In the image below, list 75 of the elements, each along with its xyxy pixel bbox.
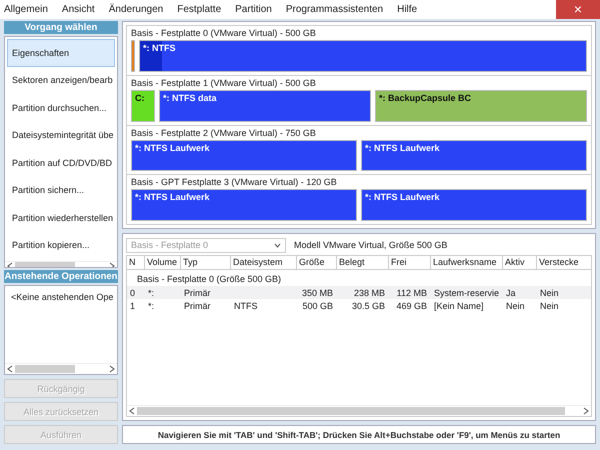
table-row[interactable]: 1 *: Primär NTFS 500 GB 30.5 GB 469 GB [Kein Name] Nein Nein [127,299,591,312]
partition-block[interactable] [131,40,135,72]
disk-title: Basis - GPT Festplatte 3 (VMware Virtual) - 120 GB [131,177,338,188]
table-cell-text: Primär [183,300,212,310]
status-bar: Navigieren Sie mit 'TAB' und 'Shift-TAB'; Drücken Sie Alt+Buchstabe oder 'F9', um Menüs zu starten [122,425,596,444]
scroll-right-icon[interactable] [109,365,115,373]
disk-title: Basis - Festplatte 2 (VMware Virtual) - 750 GB [131,128,317,138]
operation-item[interactable]: Dateisystemintegrität übe [7,122,115,149]
operation-item[interactable]: Partition sichern... [7,176,115,204]
scroll-left-icon[interactable] [129,407,135,415]
menu-item[interactable]: Hilfe [397,4,418,15]
menu-item[interactable]: Festplatte [177,4,222,15]
menu-item[interactable]: Partition [235,4,272,15]
table-cell-text: 0 [129,288,136,298]
partition-block[interactable]: *: BackupCapsule BC [375,90,587,122]
horizontal-scrollbar[interactable] [127,405,591,416]
table-row[interactable]: 0 *: Primär 350 MB 238 MB 112 MB System-reservie Ja Nein [127,286,591,299]
operation-item[interactable]: Partition durchsuchen... [7,94,115,122]
table-cell-text: Nein [539,288,560,298]
column-header[interactable]: N [127,256,145,269]
partition-block[interactable]: *: NTFS Laufwerk [361,140,587,172]
partition-block[interactable]: *: NTFS data [159,90,371,122]
horizontal-scrollbar[interactable] [5,363,117,374]
column-header[interactable]: Belegt [337,256,389,269]
column-header[interactable]: Verstecke [537,256,591,269]
table-cell-text: Nein [539,300,560,310]
menu-item[interactable]: Änderungen [108,4,164,15]
menu-item[interactable]: Programmassistenten [286,4,384,15]
partition-block[interactable]: C: [131,90,155,122]
table-cell-text: Ja [505,288,517,298]
operation-item[interactable]: Partition wiederherstellen [7,204,115,232]
scroll-left-icon[interactable] [7,365,13,373]
chevron-down-icon [274,242,281,248]
table-cell-text: *: [147,300,156,310]
menu-item[interactable]: Ansicht [62,4,95,15]
partition-block[interactable]: *: NTFS [139,40,587,72]
partition-block[interactable]: *: NTFS Laufwerk [131,140,357,172]
table-cell-text: Nein [505,300,526,310]
table-cell-text: 469 GB [395,300,428,310]
operation-item[interactable]: Partition kopieren... [7,232,115,259]
operation-item[interactable]: Partition auf CD/DVD/BD [7,149,115,176]
disk-title: Basis - Festplatte 0 (VMware Virtual) - 500 GB [131,28,317,39]
table-cell-text: Primär [183,288,212,298]
operation-item[interactable]: Sektoren anzeigen/bearb [7,66,115,94]
table-cell-text: NTFS [233,300,258,310]
column-header[interactable]: Aktiv [503,256,537,269]
column-header[interactable]: Typ [181,256,231,269]
partition-block[interactable]: *: NTFS Laufwerk [361,189,587,221]
table-cell-text: 500 GB [301,300,334,310]
table-cell-text: 112 MB [396,288,428,298]
column-header[interactable]: Volume [145,256,181,269]
column-header[interactable]: Laufwerksname [431,256,503,269]
table-cell-text: 238 MB [352,288,386,298]
menu-item[interactable]: Allgemein [4,4,48,15]
column-header[interactable]: Dateisystem [231,256,297,269]
table-cell-text: 30.5 GB [350,300,386,310]
group-label: Basis - Festplatte 0 (Größe 500 GB) [136,273,282,286]
table-cell-text: System-reservie [433,288,500,298]
scroll-right-icon[interactable] [583,407,589,415]
table-cell-text: [Kein Name] [433,300,485,310]
table-cell-text: 350 MB [300,288,334,298]
disk-model-text: Modell VMware Virtual, Größe 500 GB [294,240,448,250]
disk-title: Basis - Festplatte 1 (VMware Virtual) - 500 GB [131,78,317,89]
panel-header: Anstehende Operationen [4,270,118,283]
scrollbar-thumb[interactable] [15,365,75,373]
partition-block[interactable]: *: NTFS Laufwerk [131,189,357,221]
pending-item: <Keine anstehenden Ope [10,291,114,304]
column-header[interactable]: Frei [389,256,431,269]
table-cell-text: *: [147,288,156,298]
close-button[interactable]: × [556,0,600,19]
table-cell-text: 1 [129,300,136,310]
column-header[interactable]: Größe [297,256,337,269]
scrollbar-thumb[interactable] [137,407,565,415]
panel-header: Vorgang wählen [4,21,118,34]
operation-item[interactable]: Eigenschaften [7,39,115,66]
